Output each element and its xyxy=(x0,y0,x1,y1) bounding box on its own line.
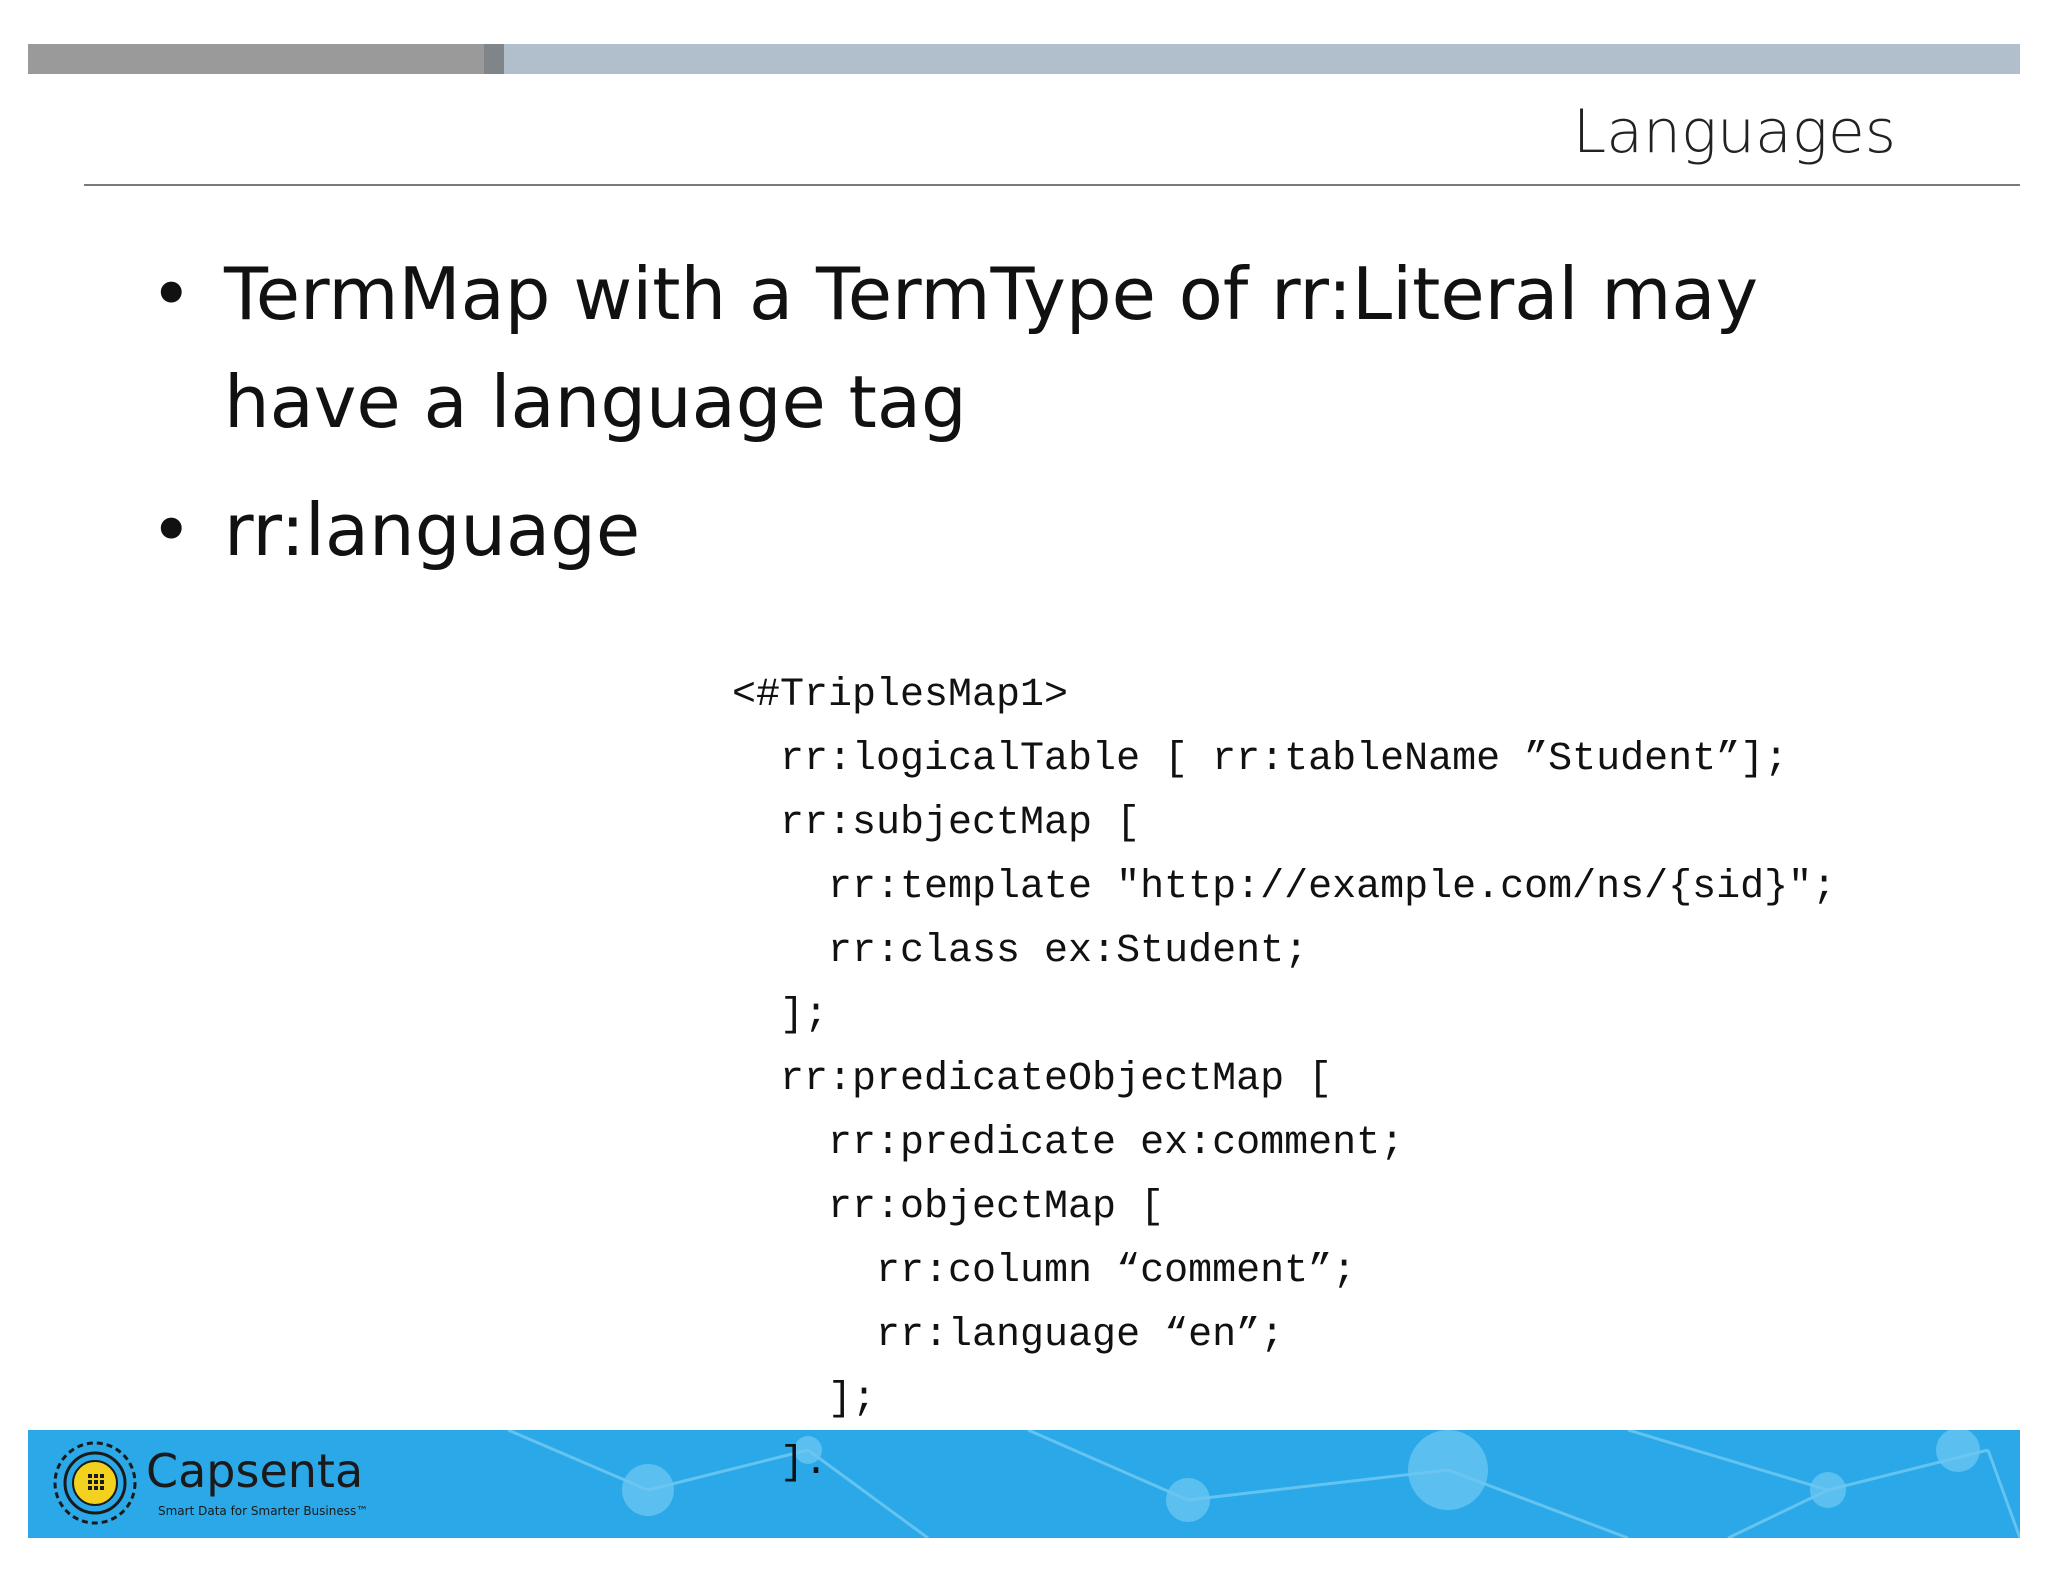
bullet-dot-icon: • xyxy=(150,488,193,572)
bullet-item: • TermMap with a TermType of rr:Literal … xyxy=(140,240,1920,456)
slide-title: Languages xyxy=(1572,97,1896,167)
code-line: ]; xyxy=(732,993,829,1038)
top-accent-bar-dark-segment xyxy=(28,44,484,74)
code-line: <#TriplesMap1> xyxy=(732,673,1069,718)
slide: Languages • TermMap with a TermType of r… xyxy=(0,0,2048,1582)
code-line: rr:column “comment”; xyxy=(732,1249,1357,1294)
bullet-list: • TermMap with a TermType of rr:Literal … xyxy=(140,240,1920,604)
code-line: rr:template "http://example.com/ns/{sid}… xyxy=(732,865,1837,910)
capsenta-logo-icon xyxy=(53,1441,137,1525)
code-line: rr:logicalTable [ rr:tableName ”Student”… xyxy=(732,737,1789,782)
code-line: rr:class ex:Student; xyxy=(732,929,1309,974)
bullet-text: TermMap with a TermType of rr:Literal ma… xyxy=(224,252,1759,444)
title-divider xyxy=(84,184,2020,186)
brand-tagline: Smart Data for Smarter Business™ xyxy=(158,1504,369,1518)
code-line: rr:language “en”; xyxy=(732,1313,1285,1358)
code-line: rr:predicateObjectMap [ xyxy=(732,1057,1333,1102)
code-line: ]; xyxy=(732,1377,877,1422)
top-accent-bar xyxy=(28,44,2020,74)
brand-name: Capsenta xyxy=(146,1444,364,1498)
bullet-dot-icon: • xyxy=(150,252,193,336)
code-line: rr:subjectMap [ xyxy=(732,801,1141,846)
code-block: <#TriplesMap1> rr:logicalTable [ rr:tabl… xyxy=(732,664,1836,1496)
bullet-item: • rr:language xyxy=(140,476,1920,584)
code-line: ]. xyxy=(732,1441,829,1486)
top-accent-bar-mid-segment xyxy=(484,44,504,74)
bullet-text: rr:language xyxy=(224,488,641,572)
code-line: rr:predicate ex:comment; xyxy=(732,1121,1405,1166)
code-line: rr:objectMap [ xyxy=(732,1185,1165,1230)
